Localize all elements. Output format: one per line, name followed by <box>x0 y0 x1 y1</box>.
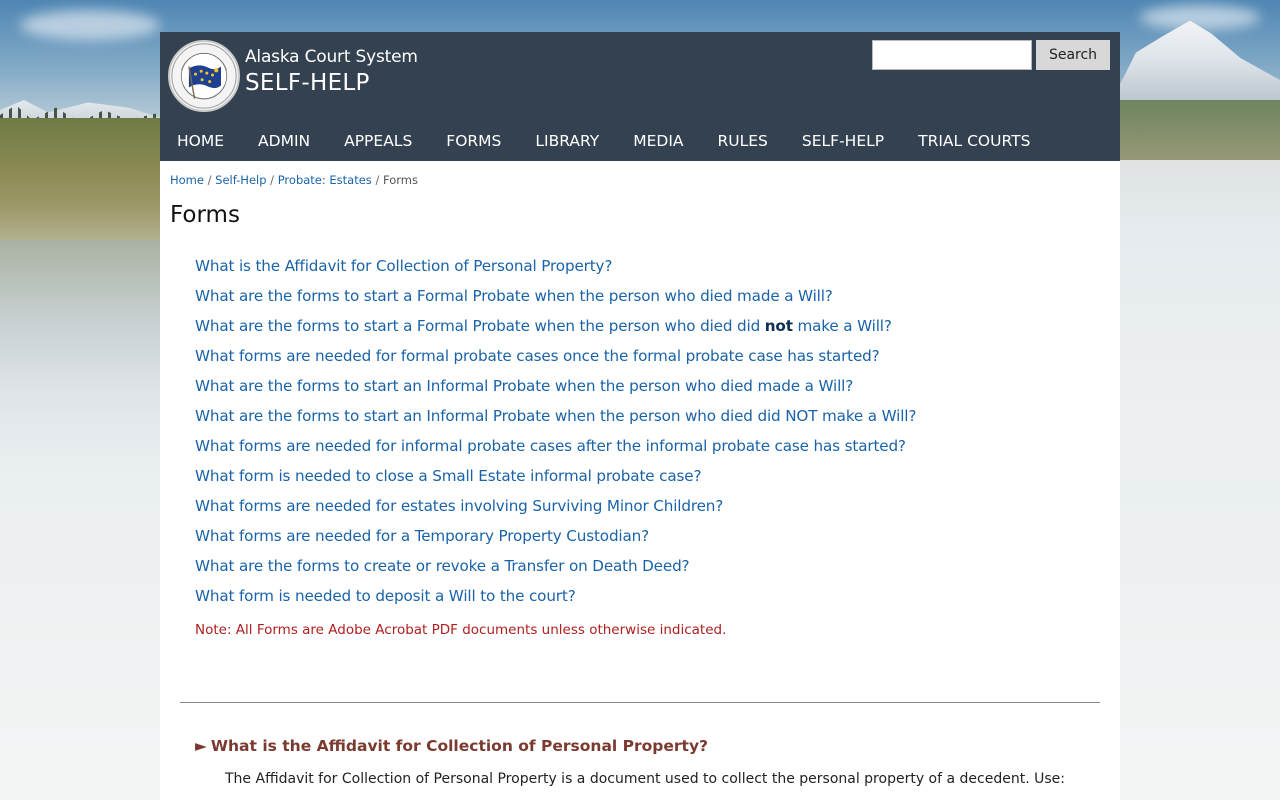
affidavit-section-toggle[interactable]: ► What is the Affidavit for Collection of… <box>195 737 708 755</box>
section-divider <box>180 702 1100 703</box>
breadcrumb-home[interactable]: Home <box>170 173 204 187</box>
faq-link-text: make a Will? <box>792 317 892 335</box>
faq-link-list: What is the Affidavit for Collection of … <box>195 254 916 614</box>
section-heading-text: What is the Affidavit for Collection of … <box>210 737 709 755</box>
site-name: Alaska Court System <box>245 47 418 67</box>
faq-link[interactable]: What are the forms to create or revoke a… <box>195 557 690 575</box>
faq-link[interactable]: What form is needed to deposit a Will to… <box>195 587 576 605</box>
list-item: What forms are needed for estates involv… <box>195 494 916 524</box>
search-button[interactable]: Search <box>1036 40 1110 70</box>
faq-link[interactable]: What forms are needed for estates involv… <box>195 497 723 515</box>
list-item: What form is needed to close a Small Est… <box>195 464 916 494</box>
nav-item-admin[interactable]: ADMIN <box>241 121 327 161</box>
main-nav: HOME ADMIN APPEALS FORMS LIBRARY MEDIA R… <box>160 121 1120 161</box>
background-lake <box>0 240 160 460</box>
background-cloud <box>1140 5 1260 30</box>
list-item: What forms are needed for a Temporary Pr… <box>195 524 916 554</box>
site-section-name: SELF-HELP <box>245 70 370 96</box>
list-item: What are the forms to start an Informal … <box>195 374 916 404</box>
nav-item-forms[interactable]: FORMS <box>429 121 518 161</box>
search-input[interactable] <box>872 40 1032 70</box>
faq-link[interactable]: What are the forms to start an Informal … <box>195 377 853 395</box>
nav-item-library[interactable]: LIBRARY <box>518 121 616 161</box>
expand-arrow-icon: ► <box>195 737 207 755</box>
site-header: Alaska Court System SELF-HELP Search HOM… <box>160 32 1120 161</box>
list-item: What forms are needed for formal probate… <box>195 344 916 374</box>
breadcrumb-self-help[interactable]: Self-Help <box>215 173 266 187</box>
nav-item-self-help[interactable]: SELF-HELP <box>785 121 901 161</box>
faq-link[interactable]: What is the Affidavit for Collection of … <box>195 257 612 275</box>
background-hill-left <box>0 118 160 248</box>
background-fog <box>1120 160 1280 480</box>
breadcrumb-separator: / <box>375 173 383 187</box>
faq-link[interactable]: What are the forms to start a Formal Pro… <box>195 287 833 305</box>
section-body-text: The Affidavit for Collection of Personal… <box>225 771 1065 787</box>
faq-link[interactable]: What are the forms to start an Informal … <box>195 407 916 425</box>
list-item: What are the forms to start a Formal Pro… <box>195 314 916 344</box>
breadcrumb: Home / Self-Help / Probate: Estates / Fo… <box>170 173 418 187</box>
breadcrumb-separator: / <box>270 173 278 187</box>
breadcrumb-current: Forms <box>383 173 418 187</box>
list-item: What is the Affidavit for Collection of … <box>195 254 916 284</box>
faq-link[interactable]: What form is needed to close a Small Est… <box>195 467 702 485</box>
faq-link[interactable]: What forms are needed for informal proba… <box>195 437 906 455</box>
list-item: What forms are needed for informal proba… <box>195 434 916 464</box>
list-item: What are the forms to create or revoke a… <box>195 554 916 584</box>
nav-item-rules[interactable]: RULES <box>701 121 785 161</box>
faq-link[interactable]: What forms are needed for formal probate… <box>195 347 880 365</box>
forms-format-note: Note: All Forms are Adobe Acrobat PDF do… <box>195 622 727 638</box>
page-title: Forms <box>170 202 240 228</box>
alaska-court-seal-icon[interactable] <box>168 40 240 112</box>
nav-item-appeals[interactable]: APPEALS <box>327 121 429 161</box>
list-item: What are the forms to start an Informal … <box>195 404 916 434</box>
faq-link-text: What are the forms to start a Formal Pro… <box>195 317 765 335</box>
faq-link[interactable]: What are the forms to start a Formal Pro… <box>195 317 892 335</box>
faq-link[interactable]: What forms are needed for a Temporary Pr… <box>195 527 649 545</box>
breadcrumb-probate-estates[interactable]: Probate: Estates <box>278 173 372 187</box>
nav-item-home[interactable]: HOME <box>160 121 241 161</box>
nav-item-media[interactable]: MEDIA <box>616 121 700 161</box>
list-item: What are the forms to start a Formal Pro… <box>195 284 916 314</box>
background-cloud <box>20 10 160 40</box>
page-container: Alaska Court System SELF-HELP Search HOM… <box>160 32 1120 800</box>
nav-item-trial-courts[interactable]: TRIAL COURTS <box>901 121 1047 161</box>
list-item: What form is needed to deposit a Will to… <box>195 584 916 614</box>
faq-link-emphasis: not <box>764 317 793 335</box>
